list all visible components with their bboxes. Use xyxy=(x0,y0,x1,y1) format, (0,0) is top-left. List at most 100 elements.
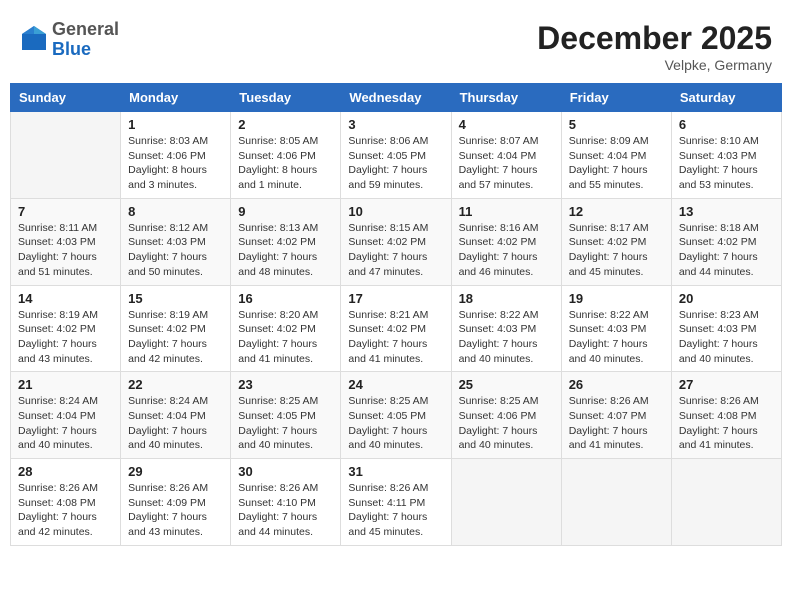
day-number: 6 xyxy=(679,117,774,132)
day-info: Sunrise: 8:19 AMSunset: 4:02 PMDaylight:… xyxy=(18,308,113,367)
day-cell: 3 Sunrise: 8:06 AMSunset: 4:05 PMDaylight… xyxy=(341,112,451,199)
day-number: 22 xyxy=(128,377,223,392)
day-number: 4 xyxy=(459,117,554,132)
day-cell: 6 Sunrise: 8:10 AMSunset: 4:03 PMDaylight… xyxy=(671,112,781,199)
day-info: Sunrise: 8:21 AMSunset: 4:02 PMDaylight:… xyxy=(348,308,443,367)
day-number: 7 xyxy=(18,204,113,219)
day-cell: 5Sunrise: 8:09 AMSunset: 4:04 PMDaylight… xyxy=(561,112,671,199)
day-cell: 8 Sunrise: 8:12 AMSunset: 4:03 PMDaylight… xyxy=(121,198,231,285)
week-row-5: 28 Sunrise: 8:26 AMSunset: 4:08 PMDayligh… xyxy=(11,459,782,546)
month-title: December 2025 xyxy=(537,20,772,57)
day-cell xyxy=(671,459,781,546)
day-cell: 17 Sunrise: 8:21 AMSunset: 4:02 PMDayligh… xyxy=(341,285,451,372)
day-info: Sunrise: 8:06 AMSunset: 4:05 PMDaylight:… xyxy=(348,134,443,193)
weekday-header-friday: Friday xyxy=(561,84,671,112)
day-cell: 7 Sunrise: 8:11 AMSunset: 4:03 PMDaylight… xyxy=(11,198,121,285)
day-cell: 29 Sunrise: 8:26 AMSunset: 4:09 PMDayligh… xyxy=(121,459,231,546)
day-cell: 19 Sunrise: 8:22 AMSunset: 4:03 PMDayligh… xyxy=(561,285,671,372)
day-cell: 26Sunrise: 8:26 AMSunset: 4:07 PMDayligh… xyxy=(561,372,671,459)
day-number: 8 xyxy=(128,204,223,219)
day-info: Sunrise: 8:10 AMSunset: 4:03 PMDaylight:… xyxy=(679,134,774,193)
weekday-header-sunday: Sunday xyxy=(11,84,121,112)
day-cell: 27 Sunrise: 8:26 AMSunset: 4:08 PMDayligh… xyxy=(671,372,781,459)
day-cell: 15 Sunrise: 8:19 AMSunset: 4:02 PMDayligh… xyxy=(121,285,231,372)
day-cell: 21Sunrise: 8:24 AMSunset: 4:04 PMDayligh… xyxy=(11,372,121,459)
day-number: 9 xyxy=(238,204,333,219)
day-number: 20 xyxy=(679,291,774,306)
day-number: 1 xyxy=(128,117,223,132)
day-number: 29 xyxy=(128,464,223,479)
day-number: 26 xyxy=(569,377,664,392)
day-cell: 31 Sunrise: 8:26 AMSunset: 4:11 PMDayligh… xyxy=(341,459,451,546)
day-cell xyxy=(11,112,121,199)
day-info: Sunrise: 8:23 AMSunset: 4:03 PMDaylight:… xyxy=(679,308,774,367)
weekday-header-wednesday: Wednesday xyxy=(341,84,451,112)
day-number: 31 xyxy=(348,464,443,479)
day-info: Sunrise: 8:07 AMSunset: 4:04 PMDaylight:… xyxy=(459,134,554,193)
day-info: Sunrise: 8:17 AMSunset: 4:02 PMDaylight:… xyxy=(569,221,664,280)
weekday-header-row: SundayMondayTuesdayWednesdayThursdayFrid… xyxy=(11,84,782,112)
day-cell: 24 Sunrise: 8:25 AMSunset: 4:05 PMDayligh… xyxy=(341,372,451,459)
week-row-2: 7 Sunrise: 8:11 AMSunset: 4:03 PMDaylight… xyxy=(11,198,782,285)
day-number: 28 xyxy=(18,464,113,479)
day-number: 10 xyxy=(348,204,443,219)
day-cell xyxy=(451,459,561,546)
day-cell: 16Sunrise: 8:20 AMSunset: 4:02 PMDayligh… xyxy=(231,285,341,372)
day-cell xyxy=(561,459,671,546)
day-info: Sunrise: 8:26 AMSunset: 4:08 PMDaylight:… xyxy=(679,394,774,453)
day-info: Sunrise: 8:25 AMSunset: 4:06 PMDaylight:… xyxy=(459,394,554,453)
calendar-table: SundayMondayTuesdayWednesdayThursdayFrid… xyxy=(10,83,782,546)
day-info: Sunrise: 8:24 AMSunset: 4:04 PMDaylight:… xyxy=(128,394,223,453)
day-info: Sunrise: 8:05 AMSunset: 4:06 PMDaylight:… xyxy=(238,134,333,193)
week-row-4: 21 Sunrise: 8:24 AMSunset: 4:04 PMDayligh… xyxy=(11,372,782,459)
day-info: Sunrise: 8:16 AMSunset: 4:02 PMDaylight:… xyxy=(459,221,554,280)
day-cell: 18Sunrise: 8:22 AMSunset: 4:03 PMDayligh… xyxy=(451,285,561,372)
day-number: 12 xyxy=(569,204,664,219)
logo-general: General xyxy=(52,20,119,40)
day-cell: 1 Sunrise: 8:03 AMSunset: 4:06 PMDaylight… xyxy=(121,112,231,199)
day-info: Sunrise: 8:25 AMSunset: 4:05 PMDaylight:… xyxy=(238,394,333,453)
day-info: Sunrise: 8:18 AMSunset: 4:02 PMDaylight:… xyxy=(679,221,774,280)
day-info: Sunrise: 8:12 AMSunset: 4:03 PMDaylight:… xyxy=(128,221,223,280)
location-subtitle: Velpke, Germany xyxy=(537,57,772,73)
day-number: 14 xyxy=(18,291,113,306)
day-number: 19 xyxy=(569,291,664,306)
day-info: Sunrise: 8:26 AMSunset: 4:09 PMDaylight:… xyxy=(128,481,223,540)
weekday-header-saturday: Saturday xyxy=(671,84,781,112)
weekday-header-monday: Monday xyxy=(121,84,231,112)
day-number: 18 xyxy=(459,291,554,306)
day-cell: 22 Sunrise: 8:24 AMSunset: 4:04 PMDayligh… xyxy=(121,372,231,459)
weekday-header-tuesday: Tuesday xyxy=(231,84,341,112)
day-cell: 13 Sunrise: 8:18 AMSunset: 4:02 PMDayligh… xyxy=(671,198,781,285)
day-cell: 2Sunrise: 8:05 AMSunset: 4:06 PMDaylight… xyxy=(231,112,341,199)
page-header: General Blue December 2025 Velpke, Germa… xyxy=(10,10,782,78)
day-number: 27 xyxy=(679,377,774,392)
day-number: 24 xyxy=(348,377,443,392)
week-row-3: 14 Sunrise: 8:19 AMSunset: 4:02 PMDayligh… xyxy=(11,285,782,372)
day-cell: 10Sunrise: 8:15 AMSunset: 4:02 PMDayligh… xyxy=(341,198,451,285)
title-block: December 2025 Velpke, Germany xyxy=(537,20,772,73)
week-row-1: 1 Sunrise: 8:03 AMSunset: 4:06 PMDaylight… xyxy=(11,112,782,199)
day-info: Sunrise: 8:11 AMSunset: 4:03 PMDaylight:… xyxy=(18,221,113,280)
day-info: Sunrise: 8:25 AMSunset: 4:05 PMDaylight:… xyxy=(348,394,443,453)
day-cell: 4 Sunrise: 8:07 AMSunset: 4:04 PMDaylight… xyxy=(451,112,561,199)
day-number: 13 xyxy=(679,204,774,219)
day-cell: 14 Sunrise: 8:19 AMSunset: 4:02 PMDayligh… xyxy=(11,285,121,372)
day-info: Sunrise: 8:26 AMSunset: 4:11 PMDaylight:… xyxy=(348,481,443,540)
weekday-header-thursday: Thursday xyxy=(451,84,561,112)
day-number: 21 xyxy=(18,377,113,392)
day-info: Sunrise: 8:03 AMSunset: 4:06 PMDaylight:… xyxy=(128,134,223,193)
day-cell: 9Sunrise: 8:13 AMSunset: 4:02 PMDaylight… xyxy=(231,198,341,285)
day-number: 15 xyxy=(128,291,223,306)
logo-text: General Blue xyxy=(52,20,119,60)
day-number: 23 xyxy=(238,377,333,392)
logo-icon xyxy=(20,24,48,52)
day-info: Sunrise: 8:19 AMSunset: 4:02 PMDaylight:… xyxy=(128,308,223,367)
day-info: Sunrise: 8:26 AMSunset: 4:10 PMDaylight:… xyxy=(238,481,333,540)
day-info: Sunrise: 8:26 AMSunset: 4:08 PMDaylight:… xyxy=(18,481,113,540)
day-number: 17 xyxy=(348,291,443,306)
day-number: 16 xyxy=(238,291,333,306)
day-number: 25 xyxy=(459,377,554,392)
day-number: 3 xyxy=(348,117,443,132)
day-info: Sunrise: 8:22 AMSunset: 4:03 PMDaylight:… xyxy=(569,308,664,367)
